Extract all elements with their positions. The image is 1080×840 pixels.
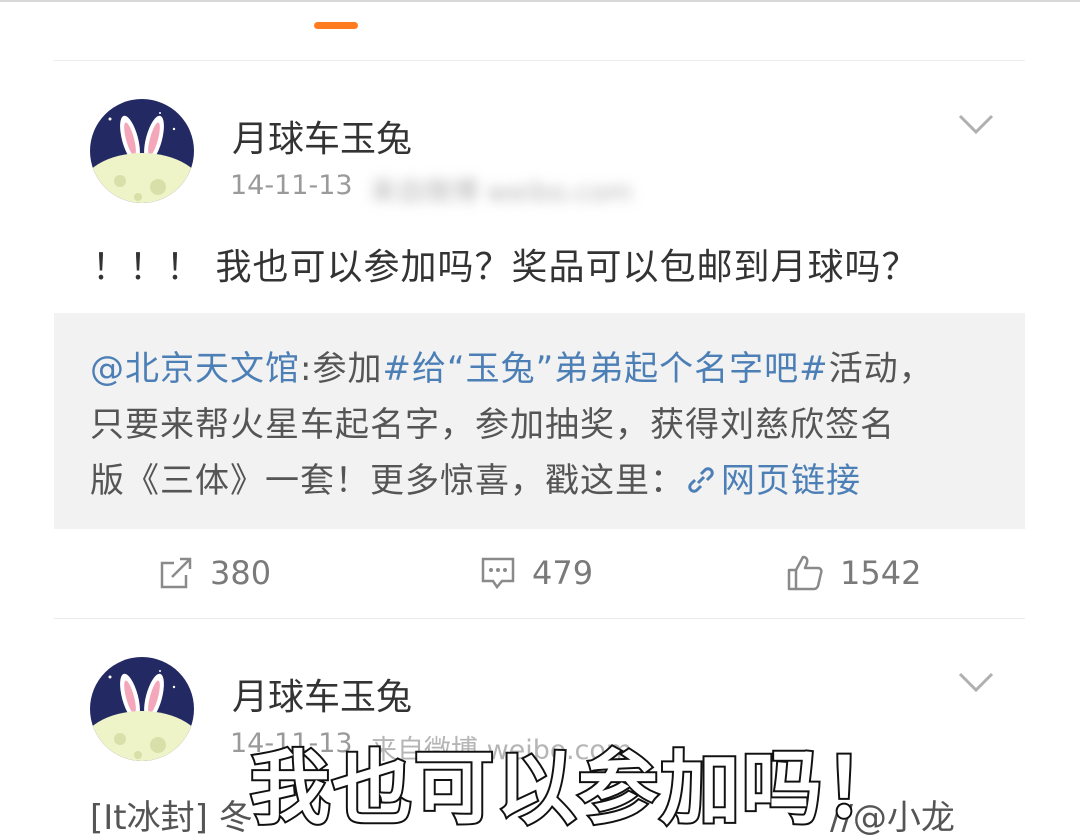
link-icon bbox=[688, 467, 714, 493]
video-caption: 我也可以参加吗！ bbox=[248, 740, 906, 837]
share-icon bbox=[160, 557, 192, 589]
post-divider bbox=[54, 618, 1025, 619]
rabbit-moon-avatar-icon bbox=[90, 657, 194, 761]
mention-link[interactable]: @北京天文馆 bbox=[90, 349, 300, 389]
comment-icon bbox=[481, 557, 515, 590]
like-count: 1542 bbox=[840, 554, 922, 592]
tab-indicator bbox=[314, 22, 358, 29]
avatar-2[interactable] bbox=[90, 657, 194, 761]
repost-colon: :参加 bbox=[300, 349, 383, 389]
repost-box[interactable]: @北京天文馆:参加#给“玉兔”弟弟起个名字吧#活动， 只要来帮火星车起名字，参加… bbox=[54, 313, 1025, 529]
like-button[interactable]: 1542 bbox=[786, 550, 921, 596]
repost-line-1: @北京天文馆:参加#给“玉兔”弟弟起个名字吧#活动， bbox=[90, 341, 934, 390]
chevron-down-icon[interactable] bbox=[956, 670, 996, 694]
repost-line-3-text: 版《三体》一套！更多惊喜，戳这里： bbox=[90, 461, 685, 501]
web-link[interactable]: 网页链接 bbox=[685, 461, 861, 501]
comment-button[interactable]: 479 bbox=[480, 550, 593, 596]
chevron-down-icon[interactable] bbox=[956, 112, 996, 136]
thumbs-up-icon bbox=[787, 555, 823, 591]
top-border bbox=[0, 0, 1080, 2]
repost-tail: 活动， bbox=[828, 349, 934, 389]
post-time: 14-11-13 bbox=[230, 170, 353, 201]
web-link-label: 网页链接 bbox=[721, 461, 861, 501]
avatar[interactable] bbox=[90, 99, 194, 203]
repost-button[interactable]: 380 bbox=[158, 550, 271, 596]
comment-count: 479 bbox=[532, 554, 594, 592]
username-2[interactable]: 月球车玉兔 bbox=[232, 668, 412, 720]
rabbit-moon-avatar-icon bbox=[90, 99, 194, 203]
hashtag-link[interactable]: #给“玉兔”弟弟起个名字吧# bbox=[382, 349, 828, 389]
username[interactable]: 月球车玉兔 bbox=[232, 110, 412, 162]
repost-line-2: 只要来帮火星车起名字，参加抽奖，获得刘慈欣签名 bbox=[90, 405, 895, 445]
post-source: 来自微博 weibo.com bbox=[370, 177, 633, 208]
repost-count: 380 bbox=[210, 554, 272, 592]
divider-top bbox=[54, 60, 1025, 61]
post-text: ！！！ 我也可以参加吗？奖品可以包邮到月球吗？ bbox=[92, 247, 919, 288]
repost-line-3: 版《三体》一套！更多惊喜，戳这里： 网页链接 bbox=[90, 453, 861, 502]
post-text-2-left: [It冰封] 冬 bbox=[90, 798, 253, 838]
